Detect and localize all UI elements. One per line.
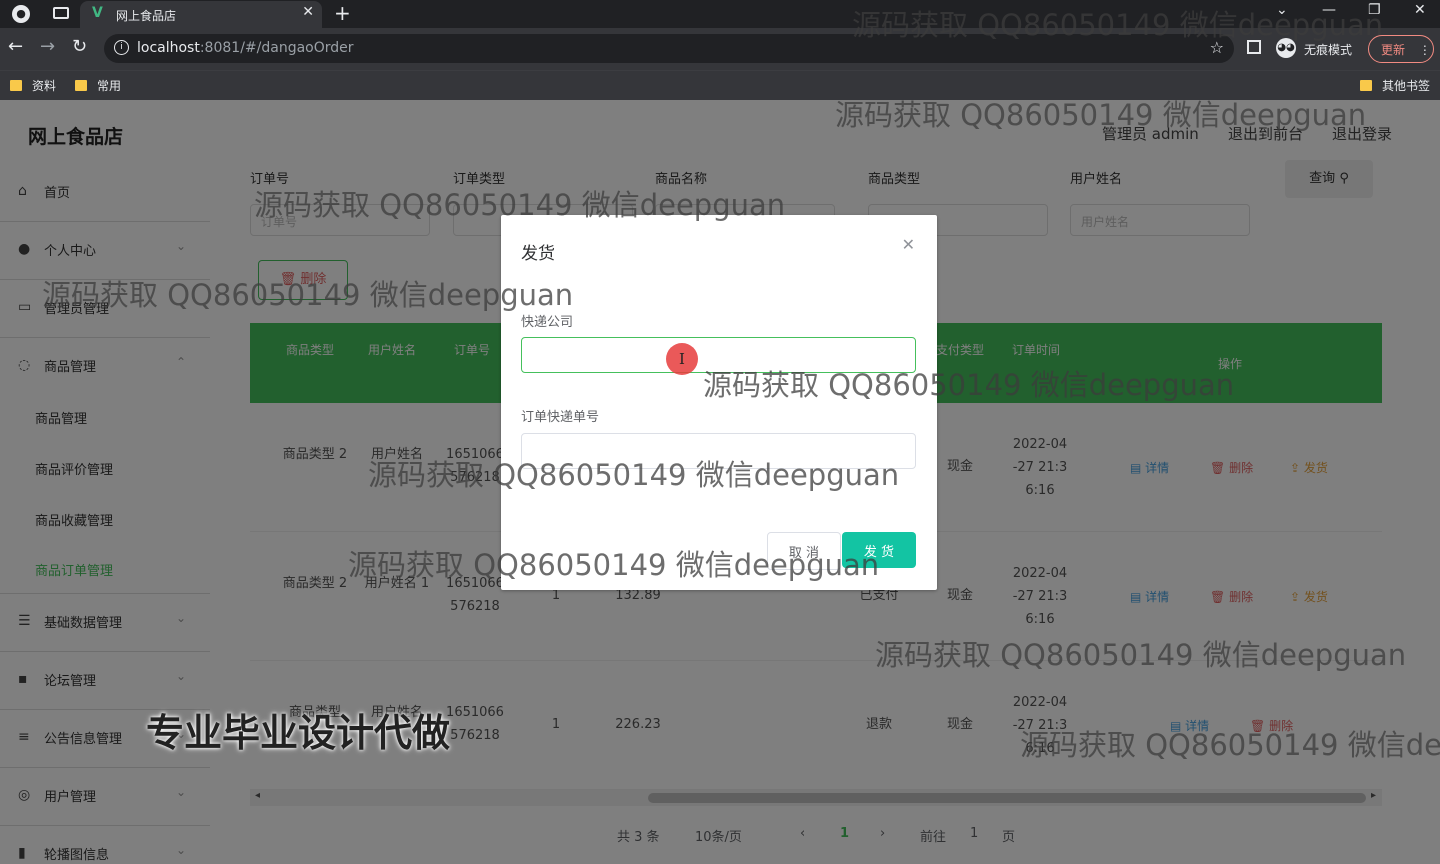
ship-dialog: 发货 ✕ 快递公司 订单快递单号 取 消 发 货 [501, 215, 937, 590]
incognito-label: 无痕模式 [1304, 43, 1353, 57]
new-tab-icon[interactable]: + [334, 1, 351, 25]
folder-icon [1360, 80, 1372, 91]
folder-icon [75, 80, 87, 91]
cancel-button[interactable]: 取 消 [767, 532, 841, 570]
dialog-close-icon[interactable]: ✕ [902, 235, 915, 254]
dialog-title: 发货 [521, 244, 555, 264]
reload-icon[interactable]: ↻ [72, 36, 87, 57]
tracking-number-input[interactable] [521, 433, 916, 469]
bookmark-folder-changyong[interactable]: 常用 [75, 77, 121, 94]
url-text[interactable]: localhost:8081/#/dangaoOrder [137, 40, 354, 56]
chrome-menu-icon[interactable]: ● [12, 5, 30, 23]
window-icon[interactable] [53, 7, 69, 19]
bookmark-folder-other[interactable]: 其他书签 [1360, 77, 1430, 94]
confirm-ship-button[interactable]: 发 货 [842, 532, 916, 568]
watermark-text: 源码获取 QQ86050149 微信deepguan [1020, 728, 1440, 762]
side-panel-icon[interactable] [1247, 40, 1261, 54]
watermark-clip: 源码获取 QQ86050149 微信deepguan [1020, 722, 1440, 762]
mouse-cursor-indicator [666, 343, 698, 375]
tracking-label: 订单快递单号 [521, 410, 600, 425]
vue-favicon-icon: V [92, 5, 103, 21]
browser-tab[interactable]: V 网上食品店 ✕ [80, 1, 322, 28]
incognito-icon: ◕◕ [1276, 38, 1296, 58]
maximize-icon[interactable]: ❐ [1368, 2, 1381, 18]
tab-close-icon[interactable]: ✕ [302, 4, 314, 20]
minimize-icon[interactable]: — [1322, 2, 1336, 18]
back-icon[interactable]: ← [8, 36, 23, 57]
browser-tabbar: ● V 网上食品店 ✕ + ⌄ — ❐ ✕ [0, 0, 1440, 28]
address-bar: ← → ↻ i localhost:8081/#/dangaoOrder ☆ [0, 28, 1440, 70]
folder-icon [10, 80, 22, 91]
omnibox[interactable]: i localhost:8081/#/dangaoOrder ☆ [104, 34, 1234, 63]
bookmark-star-icon[interactable]: ☆ [1210, 38, 1224, 57]
courier-label: 快递公司 [521, 315, 574, 330]
forward-icon[interactable]: → [40, 36, 55, 57]
bookmark-folder-ziliao[interactable]: 资料 [10, 77, 56, 94]
tab-title: 网上食品店 [116, 9, 177, 23]
tab-search-icon[interactable]: ⌄ [1276, 2, 1288, 18]
courier-input[interactable] [521, 337, 916, 373]
close-window-icon[interactable]: ✕ [1414, 2, 1426, 18]
site-info-icon[interactable]: i [114, 40, 129, 55]
bookmarks-bar: 资料 常用 其他书签 [0, 70, 1440, 100]
update-button[interactable]: 更新 ⋮ [1368, 35, 1434, 63]
